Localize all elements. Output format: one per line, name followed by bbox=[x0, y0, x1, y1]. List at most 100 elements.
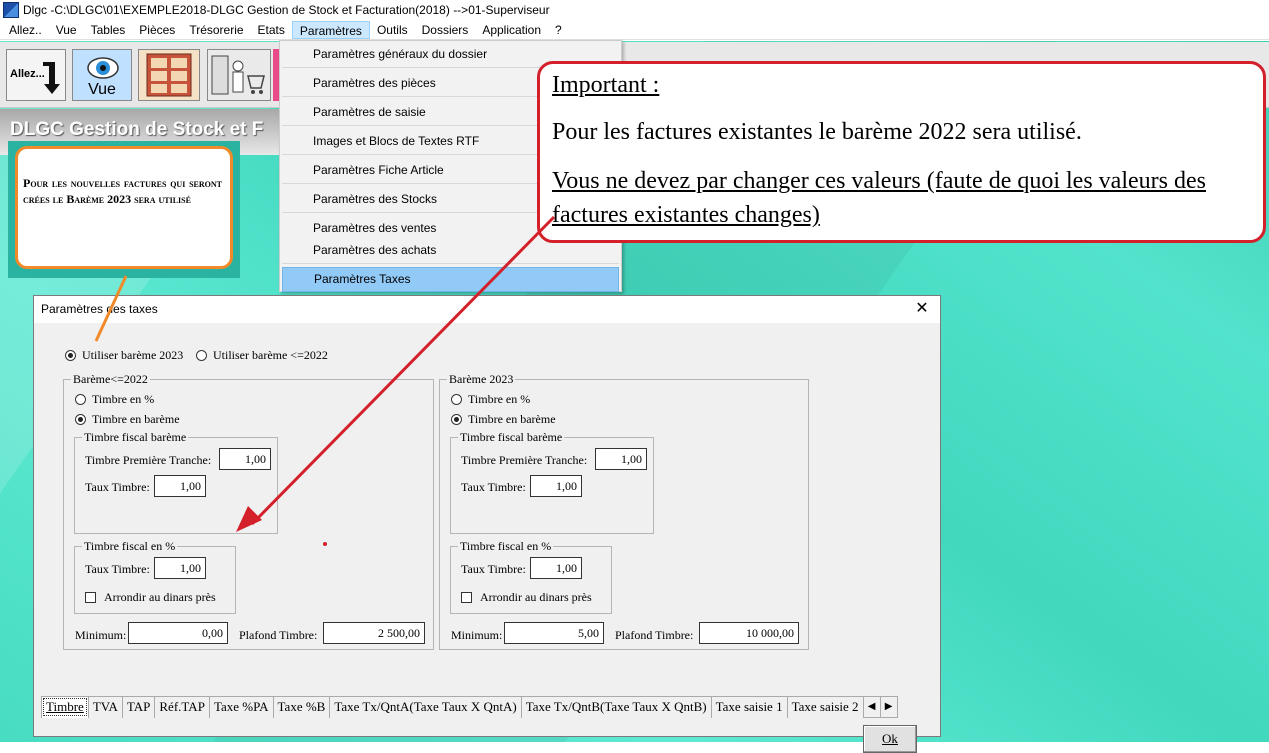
cabinet-icon bbox=[146, 53, 192, 97]
tab-scroll-left-icon[interactable]: ◀ bbox=[862, 696, 881, 718]
left-group-fiscal-pct-label: Timbre fiscal en % bbox=[82, 539, 178, 554]
left-minimum-field[interactable]: 0,00 bbox=[128, 622, 228, 644]
tab-taxe-pct-pa[interactable]: Taxe %PA bbox=[208, 696, 274, 718]
callout-important-line1: Pour les factures existantes le barème 2… bbox=[552, 119, 1082, 145]
left-taux-pct-field[interactable]: 1,00 bbox=[154, 557, 206, 579]
eye-icon bbox=[87, 57, 119, 79]
left-taux-field[interactable]: 1,00 bbox=[154, 475, 206, 497]
left-group-fiscal-bareme-label: Timbre fiscal barème bbox=[82, 430, 189, 445]
right-minimum-field[interactable]: 5,00 bbox=[504, 622, 604, 644]
tab-scroll-right-icon[interactable]: ▶ bbox=[879, 696, 898, 718]
menu-vue[interactable]: Vue bbox=[49, 21, 84, 39]
left-taux-pct-label: Taux Timbre: bbox=[85, 562, 150, 576]
radio-bareme-2022-label: Utiliser barème <=2022 bbox=[213, 348, 328, 362]
checkbox-icon bbox=[85, 592, 96, 603]
left-radio-timbre-pct-label: Timbre en % bbox=[92, 392, 155, 406]
tab-taxe-saisie-2[interactable]: Taxe saisie 2 bbox=[786, 696, 864, 718]
callout-important-title: Important : bbox=[552, 72, 660, 98]
right-radio-timbre-pct[interactable]: Timbre en % bbox=[451, 392, 530, 407]
radio-dot-icon bbox=[451, 414, 462, 425]
tab-tap[interactable]: TAP bbox=[121, 696, 156, 718]
group-bareme-2023: Barème 2023 Timbre en % Timbre en barème… bbox=[439, 372, 809, 650]
menu-help[interactable]: ? bbox=[548, 21, 569, 39]
left-group-fiscal-pct: Timbre fiscal en % Taux Timbre: 1,00 Arr… bbox=[74, 539, 236, 614]
radio-dot-icon bbox=[196, 350, 207, 361]
left-premiere-tranche-field[interactable]: 1,00 bbox=[219, 448, 271, 470]
vue-button[interactable]: Vue bbox=[72, 49, 132, 101]
tab-timbre[interactable]: Timbre bbox=[41, 696, 89, 718]
left-taux-label: Taux Timbre: bbox=[85, 480, 150, 494]
radio-dot-icon bbox=[75, 394, 86, 405]
right-radio-timbre-pct-label: Timbre en % bbox=[468, 392, 531, 406]
window-titlebar: Dlgc -C:\DLGC\01\EXEMPLE2018-DLGC Gestio… bbox=[0, 0, 1269, 20]
shop-cart-icon bbox=[211, 55, 265, 95]
menu-tables[interactable]: Tables bbox=[84, 21, 133, 39]
menu-item-taxes[interactable]: Paramètres Taxes bbox=[282, 267, 619, 292]
menu-etats[interactable]: Etats bbox=[251, 21, 292, 39]
right-taux-pct-label: Taux Timbre: bbox=[461, 562, 526, 576]
window-title: Dlgc -C:\DLGC\01\EXEMPLE2018-DLGC Gestio… bbox=[23, 3, 550, 17]
radio-dot-icon bbox=[65, 350, 76, 361]
callout-new-invoices: Pour les nouvelles factures qui seront c… bbox=[15, 146, 233, 269]
right-arrondir-label: Arrondir au dinars près bbox=[480, 590, 592, 604]
callout-new-invoices-text: Pour les nouvelles factures qui seront c… bbox=[23, 176, 222, 206]
menu-pieces[interactable]: Pièces bbox=[132, 21, 182, 39]
menu-parametres[interactable]: Paramètres bbox=[291, 21, 370, 39]
left-radio-timbre-pct[interactable]: Timbre en % bbox=[75, 392, 154, 407]
right-group-fiscal-pct-label: Timbre fiscal en % bbox=[458, 539, 554, 554]
tab-taxe-qnt-b[interactable]: Taxe Tx/QntB(Taxe Taux X QntB) bbox=[520, 696, 712, 718]
checkbox-icon bbox=[461, 592, 472, 603]
radio-bareme-2022[interactable]: Utiliser barème <=2022 bbox=[196, 348, 328, 363]
menu-application[interactable]: Application bbox=[475, 21, 548, 39]
arrow-down-icon bbox=[43, 62, 60, 94]
radio-dot-icon bbox=[75, 414, 86, 425]
right-taux-pct-field[interactable]: 1,00 bbox=[530, 557, 582, 579]
tab-tva[interactable]: TVA bbox=[87, 696, 123, 718]
right-plafond-field[interactable]: 10 000,00 bbox=[699, 622, 799, 644]
pieces-button[interactable] bbox=[207, 49, 271, 101]
left-plafond-field[interactable]: 2 500,00 bbox=[323, 622, 425, 644]
dialog-titlebar: Paramètres des taxes ✕ bbox=[34, 296, 940, 323]
right-premiere-tranche-field[interactable]: 1,00 bbox=[595, 448, 647, 470]
callout-important-line2: Vous ne devez par changer ces valeurs (f… bbox=[552, 168, 1206, 228]
radio-bareme-2023-label: Utiliser barème 2023 bbox=[82, 348, 184, 362]
allez-button-label: Allez... bbox=[10, 68, 45, 80]
tab-taxe-qnt-a[interactable]: Taxe Tx/QntA(Taxe Taux X QntA) bbox=[329, 696, 522, 718]
menu-allez[interactable]: Allez.. bbox=[2, 21, 49, 39]
banner-title: DLGC Gestion de Stock et F bbox=[10, 119, 264, 140]
menu-outils[interactable]: Outils bbox=[370, 21, 415, 39]
callout-important: Important : Pour les factures existantes… bbox=[537, 61, 1266, 243]
radio-dot-icon bbox=[451, 394, 462, 405]
tab-taxe-saisie-1[interactable]: Taxe saisie 1 bbox=[710, 696, 788, 718]
radio-bareme-2023[interactable]: Utiliser barème 2023 bbox=[65, 348, 183, 363]
menu-tresorerie[interactable]: Trésorerie bbox=[182, 21, 250, 39]
right-radio-timbre-bareme-label: Timbre en barème bbox=[468, 412, 556, 426]
app-icon bbox=[3, 2, 19, 18]
allez-button[interactable]: Allez... bbox=[6, 49, 66, 101]
group-bareme-2023-label: Barème 2023 bbox=[447, 372, 516, 387]
right-group-fiscal-bareme: Timbre fiscal barème Timbre Première Tra… bbox=[450, 430, 654, 534]
vue-button-label: Vue bbox=[88, 81, 116, 98]
menu-dossiers[interactable]: Dossiers bbox=[415, 21, 476, 39]
left-minimum-label: Minimum: bbox=[75, 628, 127, 642]
left-plafond-label: Plafond Timbre: bbox=[239, 628, 318, 642]
tables-button[interactable] bbox=[138, 49, 200, 101]
right-arrondir-checkbox[interactable]: Arrondir au dinars près bbox=[461, 590, 592, 605]
dialog-title: Paramètres des taxes bbox=[41, 302, 158, 316]
right-minimum-label: Minimum: bbox=[451, 628, 503, 642]
right-radio-timbre-bareme[interactable]: Timbre en barème bbox=[451, 412, 556, 427]
ok-button[interactable]: Ok bbox=[863, 725, 917, 753]
tab-ref-tap[interactable]: Réf.TAP bbox=[154, 696, 210, 718]
left-arrondir-checkbox[interactable]: Arrondir au dinars près bbox=[85, 590, 216, 605]
right-plafond-label: Plafond Timbre: bbox=[615, 628, 694, 642]
right-group-fiscal-bareme-label: Timbre fiscal barème bbox=[458, 430, 565, 445]
right-group-fiscal-pct: Timbre fiscal en % Taux Timbre: 1,00 Arr… bbox=[450, 539, 612, 614]
tab-taxe-pct-b[interactable]: Taxe %B bbox=[272, 696, 331, 718]
tab-strip: Timbre TVA TAP Réf.TAP Taxe %PA Taxe %B … bbox=[41, 696, 898, 718]
menu-bar: Allez.. Vue Tables Pièces Trésorerie Eta… bbox=[0, 21, 1269, 40]
left-radio-timbre-bareme[interactable]: Timbre en barème bbox=[75, 412, 180, 427]
group-bareme-2022: Barème<=2022 Timbre en % Timbre en barèm… bbox=[63, 372, 434, 650]
right-taux-field[interactable]: 1,00 bbox=[530, 475, 582, 497]
close-icon[interactable]: ✕ bbox=[912, 299, 932, 319]
dialog-body: Utiliser barème 2023 Utiliser barème <=2… bbox=[34, 323, 940, 753]
